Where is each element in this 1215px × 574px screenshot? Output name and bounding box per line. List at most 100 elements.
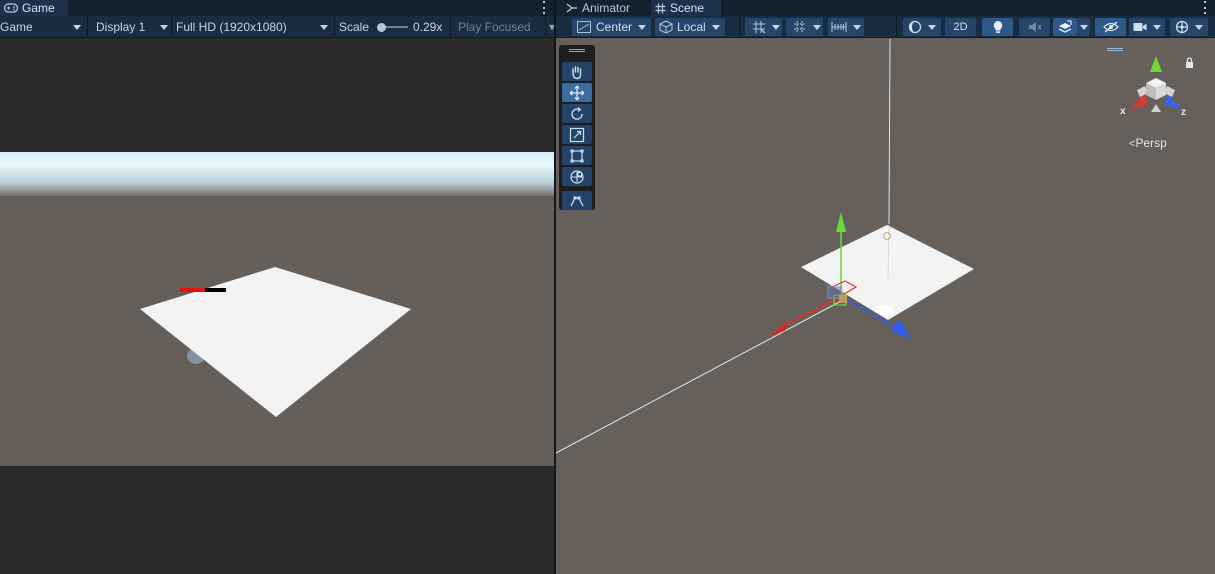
game-view-label: Game [0,20,33,34]
lightbulb-icon [993,21,1002,33]
shading-mode-dropdown[interactable] [903,18,941,36]
gizmo-x-label: x [1120,106,1126,117]
snap-grid-icon [753,21,766,34]
scale-tool-button[interactable] [562,125,592,144]
game-panel-menu-icon[interactable] [542,1,546,14]
chevron-down-icon [638,24,647,30]
effects-dropdown[interactable] [1077,18,1090,36]
chevron-down-icon [928,24,936,30]
tab-animator-label: Animator [582,1,631,15]
space-dropdown[interactable]: Local [655,18,725,36]
chevron-down-icon [160,24,168,30]
tab-game[interactable]: Game [0,0,68,16]
scene-panel: Animator Scene Center Local 2D x z <Pers… [556,0,1215,574]
scale-value: 0.29x [413,20,443,34]
scene-toolbar: Center Local 2D [556,16,1215,38]
health-bar-fill [180,288,205,292]
transform-all-icon [570,169,584,184]
ruler-button[interactable] [828,18,864,36]
eye-hidden-icon [1102,21,1119,33]
tab-scene[interactable]: Scene [651,0,721,16]
rotate-icon [571,106,583,120]
scale-icon [569,127,585,142]
scale-slider[interactable] [376,17,408,37]
chevron-down-icon [813,24,821,30]
scene-viewport[interactable]: x z [556,39,1215,574]
rect-tool-button[interactable] [562,146,592,165]
y-axis-arrow [836,212,846,232]
scene-panel-menu-icon[interactable] [1203,1,1207,14]
gizmo-z-label: z [1181,107,1186,118]
game-view-dropdown[interactable]: Game [0,17,84,37]
orientation-gizmo-grip[interactable] [1107,48,1123,51]
chevron-down-icon [711,24,720,30]
gizmos-dropdown[interactable] [1170,18,1208,36]
chevron-down-icon [1195,24,1203,30]
lighting-toggle[interactable] [982,18,1013,36]
selected-object-bounds [839,295,847,303]
resolution-dropdown[interactable]: Full HD (1920x1080) [176,17,328,37]
grid-snap-dropdown[interactable] [770,18,782,36]
pivot-dropdown[interactable]: Center [572,18,651,36]
cube-icon [659,20,673,34]
display-label: Display 1 [96,20,146,34]
move-tool-button[interactable] [562,83,592,102]
speaker-muted-icon [1028,22,1041,32]
gizmo-y-cone [1150,56,1162,72]
cloud-icon [876,305,892,315]
grid-snap-button[interactable] [745,18,773,36]
tool-palette [559,45,595,210]
y-axis-guide-line [888,39,891,225]
chevron-down-icon [73,24,81,30]
chevron-down-icon [772,24,780,30]
game-toolbar: Game Display 1 Full HD (1920x1080) Scale… [0,16,554,38]
tab-game-label: Game [22,1,55,15]
scene-tab-bar: Animator Scene [556,0,1215,16]
increment-snap-button[interactable] [786,18,814,36]
health-bar-empty [205,288,226,292]
tab-scene-label: Scene [670,1,705,15]
gamepad-icon [4,3,18,13]
game-viewport[interactable] [0,152,554,466]
gizmo-neg-y [1151,104,1161,112]
camera-icon [1133,23,1147,31]
tool-palette-grip[interactable] [569,49,585,52]
increment-snap-icon [794,21,806,33]
rect-transform-icon [570,149,584,162]
custom-tool-button[interactable] [562,191,592,210]
mode-2d-toggle[interactable]: 2D [945,18,976,36]
play-mode-dropdown[interactable]: Play Focused [458,17,531,37]
gizmo-x-cone [1130,94,1148,110]
chevron-down-icon [1153,24,1161,30]
game-panel: Game Game Display 1 Full HD (1920x1080) … [0,0,554,574]
space-label: Local [677,20,706,34]
audio-toggle[interactable] [1019,18,1050,36]
hand-tool-button[interactable] [562,62,592,81]
layers-icon [1058,20,1072,33]
game-tab-bar: Game [0,0,554,16]
pivot-label: Center [596,20,633,34]
game-scene-render [140,267,411,417]
x-axis-handle [780,296,842,328]
projection-toggle[interactable]: <Persp [1129,136,1167,150]
grid-icon [655,3,666,13]
custom-editor-tool-icon [570,196,584,206]
chevron-down-icon [320,24,328,30]
display-dropdown[interactable]: Display 1 [96,17,168,37]
chevron-down-icon [1079,24,1088,30]
play-mode-label: Play Focused [458,20,531,34]
hand-icon [572,65,582,79]
camera-dropdown[interactable] [1129,18,1165,36]
increment-snap-dropdown[interactable] [811,18,823,36]
center-pivot-icon [577,21,591,33]
effects-toggle[interactable] [1053,18,1077,36]
rotate-tool-button[interactable] [562,104,592,123]
transform-tool-button[interactable] [562,167,592,186]
shading-sphere-icon [908,20,922,34]
hidden-objects-toggle[interactable] [1095,18,1126,36]
scale-label: Scale [339,20,370,34]
scene-render [556,39,974,454]
move-arrows-icon [569,85,585,100]
tab-animator[interactable]: Animator [562,0,636,16]
gizmos-globe-icon [1175,20,1189,34]
